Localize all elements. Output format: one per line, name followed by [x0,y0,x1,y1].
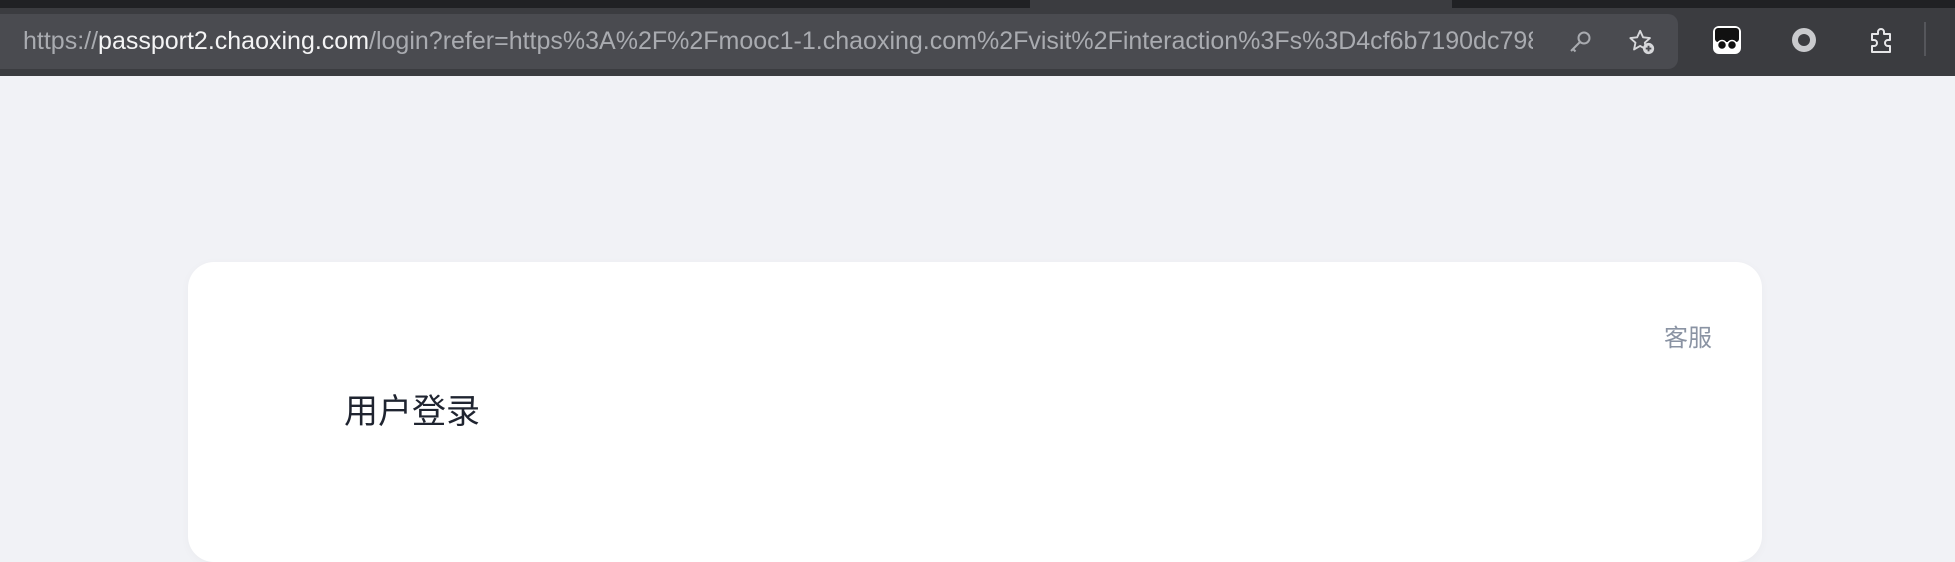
url-path: /login?refer=https%3A%2F%2Fmooc1-1.chaox… [369,27,1533,55]
url-scheme: https:// [23,27,99,55]
url-host: passport2.chaoxing.com [98,27,370,55]
extension-circle-icon[interactable] [1788,24,1820,56]
browser-toolbar: https://passport2.chaoxing.com/login?ref… [0,0,1955,76]
url-text[interactable]: https://passport2.chaoxing.com/login?ref… [23,14,1533,69]
toolbar-separator [1924,22,1926,56]
extension-glasses-icon[interactable] [1711,24,1743,56]
page-content: 客服 用户登录 [0,76,1955,562]
tab-strip-left [0,0,1030,8]
add-favorite-icon[interactable] [1628,28,1656,56]
tab-strip-right [1452,0,1955,8]
address-bar[interactable]: https://passport2.chaoxing.com/login?ref… [0,14,1678,69]
customer-service-link[interactable]: 客服 [1664,318,1712,353]
page-title: 用户登录 [344,392,480,432]
extensions-puzzle-icon[interactable] [1866,24,1898,56]
login-card: 客服 用户登录 [188,262,1762,562]
key-icon[interactable] [1566,28,1594,56]
